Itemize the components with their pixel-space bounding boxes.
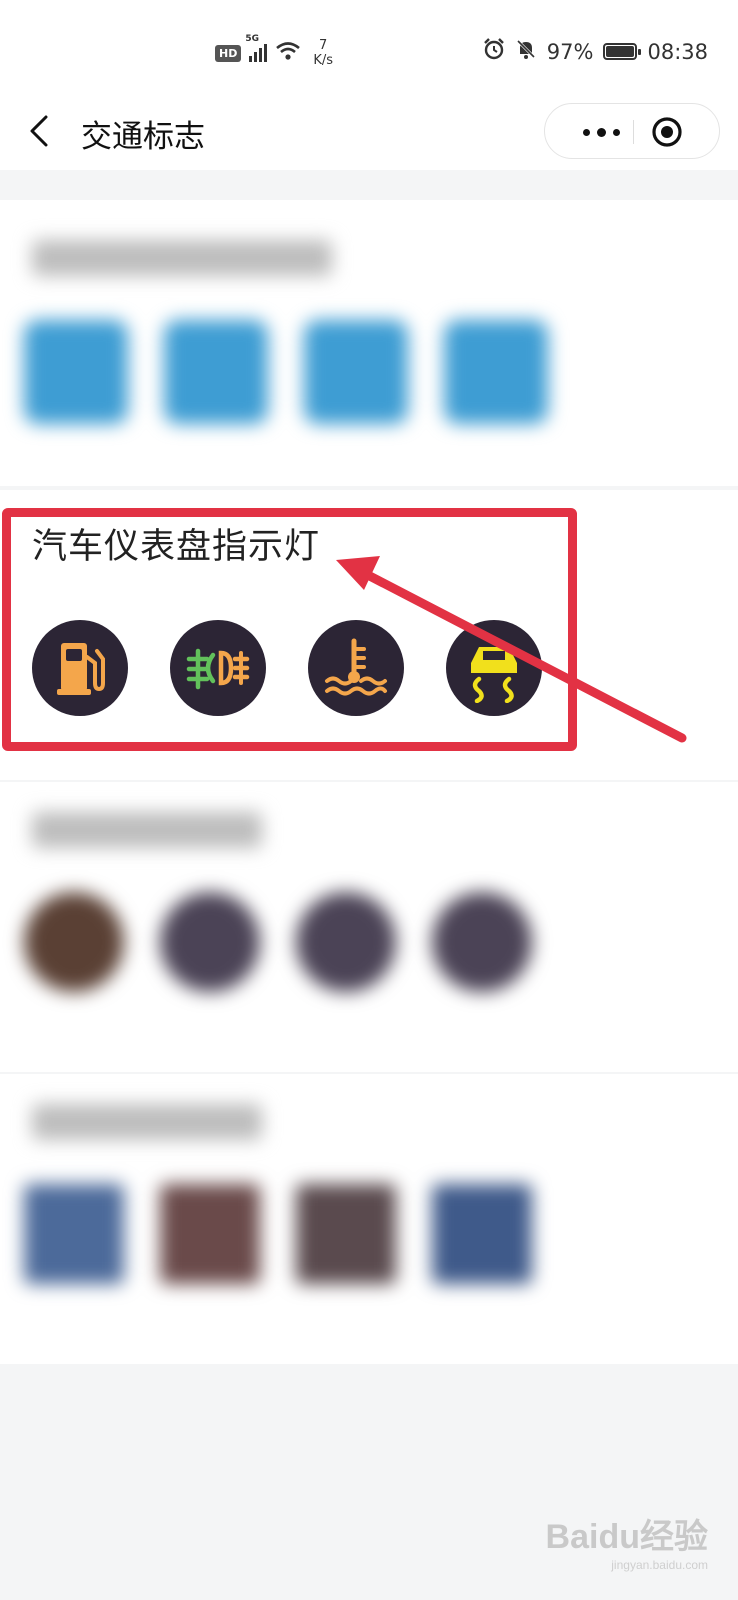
hd-badge: HD [215,44,242,62]
more-dots-icon[interactable] [571,117,631,147]
speed-value: 7 [319,38,328,53]
nav-bar: 交通标志 [0,95,738,170]
battery-level-fill [606,46,634,57]
status-bar: HD 5G 7 K/s 97% 08:38 [0,0,738,95]
battery-icon [603,43,642,60]
status-left: HD 5G 7 K/s [215,34,333,68]
network-type: 5G [245,34,259,44]
blurred-section-2[interactable] [0,782,738,1072]
alarm-icon [483,38,505,65]
mini-program-capsule [544,103,720,159]
page-title: 交通标志 [81,119,205,155]
close-target-icon[interactable] [651,116,683,148]
signal-icon: 5G [245,34,268,62]
speed-unit: K/s [313,53,334,68]
battery-percent: 97% [546,39,594,64]
watermark-brand: Baidu经验 [545,1518,708,1556]
network-speed: 7 K/s [313,38,333,68]
blurred-section-1[interactable] [0,200,738,486]
baidu-watermark: Baidu经验 jingyan.baidu.com [546,1509,708,1572]
clock: 08:38 [647,39,708,64]
wifi-icon [275,41,301,66]
back-arrow-icon[interactable] [22,111,62,151]
blurred-section-3[interactable] [0,1074,738,1364]
status-right: 97% 08:38 [483,38,708,65]
capsule-divider [633,120,634,144]
mute-bell-icon [515,38,537,65]
watermark-url: jingyan.baidu.com [611,1558,708,1572]
highlight-box [2,508,577,751]
